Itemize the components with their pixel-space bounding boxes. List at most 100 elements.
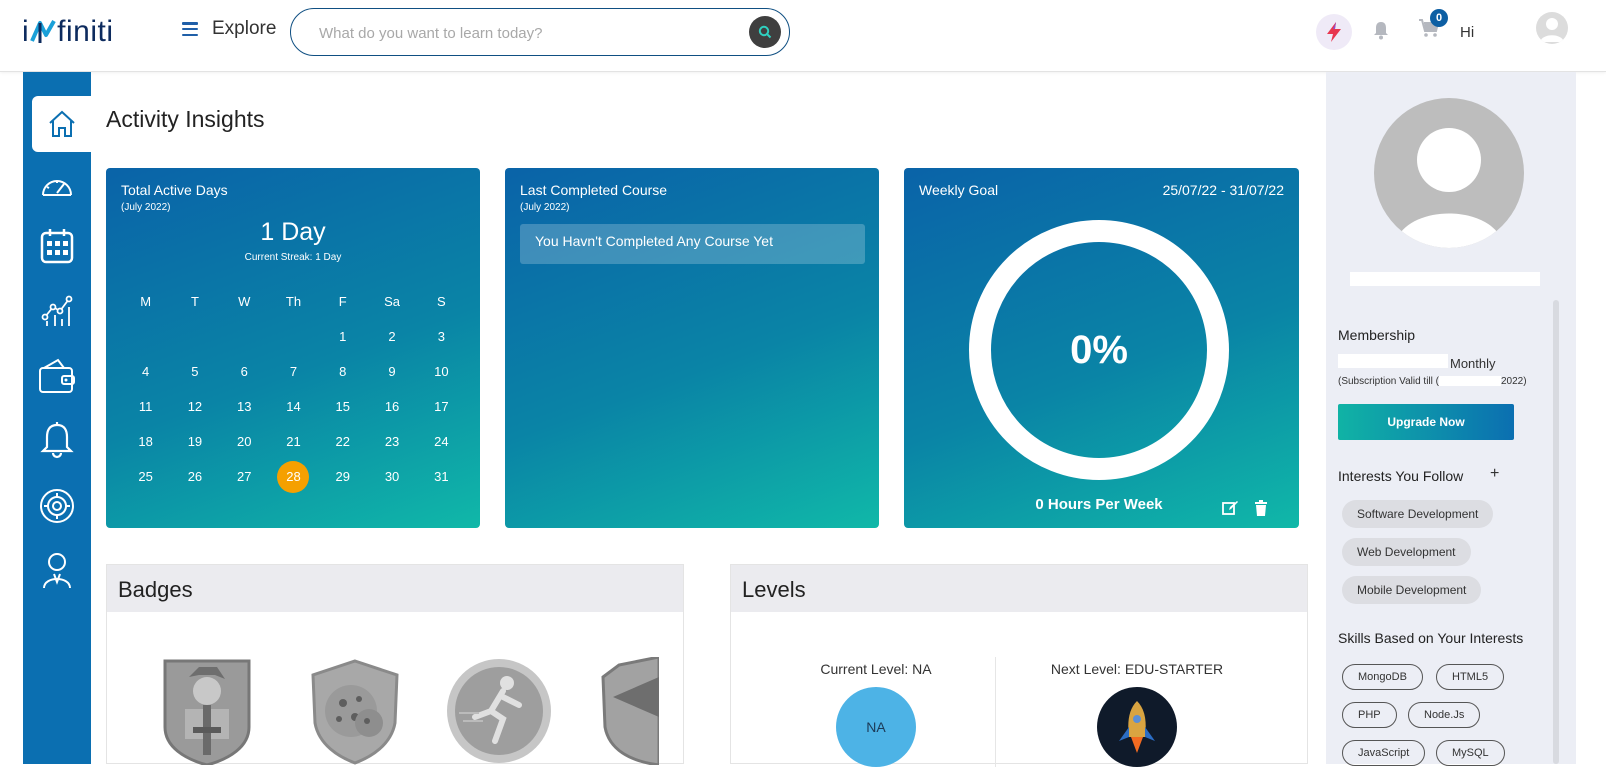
calendar-day[interactable]: 30 bbox=[367, 469, 416, 484]
redacted-date bbox=[1438, 376, 1501, 387]
calendar-day[interactable]: 1 bbox=[318, 329, 367, 344]
goal-progress-ring: 0% bbox=[969, 220, 1229, 480]
calendar-day[interactable]: 21 bbox=[269, 434, 318, 449]
current-level-badge: NA bbox=[836, 687, 916, 767]
edit-goal-button[interactable] bbox=[1222, 500, 1239, 521]
edit-icon bbox=[1222, 501, 1238, 515]
user-avatar[interactable] bbox=[1536, 12, 1568, 44]
weekday-label: Th bbox=[285, 294, 302, 309]
calendar-day[interactable]: 28 bbox=[269, 460, 318, 493]
badges-panel: Badges bbox=[106, 564, 684, 765]
weekly-goal-dates: 25/07/22 - 31/07/22 bbox=[1162, 182, 1284, 198]
nav-analytics[interactable] bbox=[23, 282, 91, 338]
home-icon bbox=[48, 110, 75, 137]
line-chart-icon bbox=[41, 295, 73, 326]
add-interest-button[interactable]: + bbox=[1490, 465, 1499, 483]
levels-divider bbox=[995, 657, 996, 767]
skill-chip[interactable]: MongoDB bbox=[1342, 664, 1423, 690]
logo[interactable]: i finiti bbox=[22, 12, 114, 52]
nav-home[interactable] bbox=[32, 96, 91, 152]
logo-mark-icon bbox=[30, 20, 56, 43]
search-bar bbox=[290, 8, 790, 56]
calendar-day[interactable]: 3 bbox=[417, 329, 466, 344]
calendar-day[interactable]: 14 bbox=[269, 399, 318, 414]
active-days-card: Total Active Days (July 2022) 1 Day Curr… bbox=[106, 168, 480, 528]
calendar-day[interactable]: 25 bbox=[121, 469, 170, 484]
skill-chip[interactable]: MySQL bbox=[1436, 740, 1505, 766]
calendar-day[interactable]: 23 bbox=[367, 434, 416, 449]
last-course-title: Last Completed Course bbox=[520, 182, 668, 198]
hamburger-icon bbox=[182, 22, 198, 36]
runner-badge-icon[interactable] bbox=[445, 657, 553, 765]
interest-chip[interactable]: Mobile Development bbox=[1342, 576, 1482, 604]
nav-wallet[interactable] bbox=[23, 348, 91, 404]
calendar-day[interactable]: 17 bbox=[417, 399, 466, 414]
explore-menu[interactable]: Explore bbox=[182, 18, 276, 40]
sidebar-scrollbar[interactable] bbox=[1553, 300, 1559, 764]
calendar-day[interactable]: 10 bbox=[417, 364, 466, 379]
calendar-week: 123 bbox=[121, 319, 466, 354]
nav-profile[interactable] bbox=[23, 542, 91, 598]
notifications-button[interactable] bbox=[1372, 20, 1390, 45]
levels-panel: Levels Current Level: NA NA Next Level: … bbox=[730, 564, 1308, 767]
search-icon bbox=[758, 25, 772, 39]
skill-chip[interactable]: HTML5 bbox=[1436, 664, 1505, 690]
upgrade-now-button[interactable]: Upgrade Now bbox=[1338, 404, 1514, 440]
active-days-title: Total Active Days bbox=[121, 182, 228, 198]
interest-chip[interactable]: Software Development bbox=[1342, 500, 1494, 528]
calendar-day[interactable]: 15 bbox=[318, 399, 367, 414]
calendar-day[interactable]: 8 bbox=[318, 364, 367, 379]
calendar-day[interactable]: 22 bbox=[318, 434, 367, 449]
redacted-plan-name bbox=[1338, 354, 1448, 368]
calendar-day[interactable]: 7 bbox=[269, 364, 318, 379]
calendar-day[interactable]: 13 bbox=[220, 399, 269, 414]
calendar-week: 4 5 6 7 8 9 10 bbox=[121, 354, 466, 389]
calendar-grid: M T W Th F Sa S 1 2 3 4 5 6 7 8 9 10 11 12 13 14 15 16 1… bbox=[121, 284, 466, 494]
explore-label: Explore bbox=[212, 18, 277, 39]
cart-count-badge: 0 bbox=[1430, 9, 1448, 27]
cookie-badge-icon[interactable] bbox=[307, 657, 403, 765]
skill-chip[interactable]: Node.Js bbox=[1408, 702, 1481, 728]
rocket-icon bbox=[1119, 701, 1155, 753]
calendar-day[interactable]: 26 bbox=[170, 469, 219, 484]
knight-badge-icon[interactable] bbox=[159, 657, 255, 765]
validity-suffix: 2022) bbox=[1500, 376, 1527, 387]
calendar-day[interactable]: 20 bbox=[220, 434, 269, 449]
profile-avatar[interactable] bbox=[1374, 98, 1524, 248]
calendar-day[interactable]: 29 bbox=[318, 469, 367, 484]
profile-sidebar: Membership Monthly (Subscription Valid t… bbox=[1326, 72, 1576, 766]
calendar-day[interactable]: 18 bbox=[121, 434, 170, 449]
subscription-validity: (Subscription Valid till ( 2022) bbox=[1338, 376, 1527, 387]
calendar-day[interactable]: 9 bbox=[367, 364, 416, 379]
boost-button[interactable] bbox=[1316, 14, 1352, 50]
calendar-weekdays: M T W Th F Sa S bbox=[121, 284, 466, 319]
nav-calendar[interactable] bbox=[23, 218, 91, 274]
search-button[interactable] bbox=[749, 16, 781, 48]
interest-chip[interactable]: Web Development bbox=[1342, 538, 1471, 566]
calendar-day[interactable]: 11 bbox=[121, 399, 170, 414]
next-level-label: Next Level: EDU-STARTER bbox=[1050, 661, 1224, 677]
calendar-week: 11 12 13 14 15 16 17 bbox=[121, 389, 466, 424]
calendar-day[interactable]: 24 bbox=[417, 434, 466, 449]
next-level-badge bbox=[1097, 687, 1177, 767]
validity-prefix: (Subscription Valid till ( bbox=[1338, 376, 1439, 387]
calendar-day[interactable]: 12 bbox=[170, 399, 219, 414]
search-input[interactable] bbox=[319, 21, 719, 45]
nav-dashboard[interactable] bbox=[23, 158, 91, 214]
calendar-day[interactable]: 27 bbox=[220, 469, 269, 484]
calendar-day[interactable]: 31 bbox=[417, 469, 466, 484]
today-marker: 28 bbox=[277, 460, 310, 493]
calendar-day[interactable]: 5 bbox=[170, 364, 219, 379]
wallet-icon bbox=[39, 358, 75, 393]
calendar-day[interactable]: 16 bbox=[367, 399, 416, 414]
delete-goal-button[interactable] bbox=[1254, 500, 1268, 521]
nav-settings[interactable] bbox=[23, 478, 91, 534]
calendar-day[interactable]: 19 bbox=[170, 434, 219, 449]
nav-notifications[interactable] bbox=[23, 412, 91, 468]
calendar-day[interactable]: 2 bbox=[367, 329, 416, 344]
shield-badge-icon[interactable] bbox=[599, 657, 659, 765]
skill-chip[interactable]: JavaScript bbox=[1342, 740, 1426, 766]
calendar-day[interactable]: 4 bbox=[121, 364, 170, 379]
calendar-day[interactable]: 6 bbox=[220, 364, 269, 379]
skill-chip[interactable]: PHP bbox=[1342, 702, 1397, 728]
